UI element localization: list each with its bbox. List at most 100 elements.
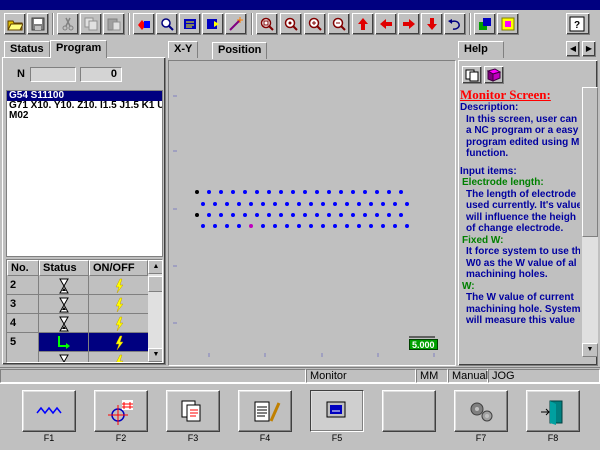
shapes-icon[interactable] — [133, 13, 155, 35]
machining-hole-dot — [339, 213, 343, 217]
machining-hole-dot — [213, 202, 217, 206]
lightning-icon[interactable] — [89, 276, 148, 295]
help-title: Monitor Screen: — [460, 87, 551, 102]
machining-hole-dot — [399, 213, 403, 217]
f2-label: F2 — [115, 433, 127, 443]
list-icon[interactable] — [179, 13, 201, 35]
table-row[interactable]: 4 — [7, 314, 148, 333]
lightning-icon[interactable] — [89, 352, 148, 362]
arrow-right-icon[interactable] — [398, 13, 420, 35]
tab-program[interactable]: Program — [50, 40, 108, 58]
f4-button[interactable] — [238, 390, 292, 432]
status-cell-empty — [0, 369, 306, 383]
n-end-field[interactable]: 0 — [80, 67, 122, 82]
copy-icon[interactable] — [80, 13, 102, 35]
help-text-line: In this screen, user can n — [466, 113, 580, 125]
scroll-thumb[interactable] — [582, 87, 598, 237]
paste-icon[interactable] — [103, 13, 125, 35]
layers-icon[interactable] — [474, 13, 496, 35]
machining-hole-dot — [309, 224, 313, 228]
table-scrollbar[interactable]: ▲ ▼ — [148, 260, 162, 362]
n-start-field[interactable] — [30, 67, 76, 82]
tab-scroll-right-icon[interactable]: ▶ — [582, 41, 596, 57]
run-icon[interactable] — [202, 13, 224, 35]
machining-hole-dot — [339, 190, 343, 194]
machining-hole-dot — [387, 213, 391, 217]
machining-hole-dot — [279, 213, 283, 217]
zoom-minus-icon[interactable] — [328, 13, 350, 35]
machining-hole-dot — [393, 224, 397, 228]
find-icon[interactable] — [156, 13, 178, 35]
help-text-line: of change electrode. — [466, 223, 564, 234]
scroll-up-icon[interactable]: ▲ — [148, 260, 162, 274]
program-line[interactable]: G71 X10. Y10. Z10. I1.5 J1.5 K1 U2 — [7, 101, 162, 111]
hourglass-icon — [39, 352, 89, 362]
undo-icon[interactable] — [444, 13, 466, 35]
help-book-icon[interactable] — [484, 66, 504, 84]
wand-icon[interactable] — [225, 13, 247, 35]
arrow-up-icon[interactable] — [352, 13, 374, 35]
f7-button[interactable] — [454, 390, 508, 432]
hourglass-icon — [39, 295, 89, 314]
arrow-left-icon[interactable] — [375, 13, 397, 35]
machining-hole-dot — [201, 202, 205, 206]
machining-hole-dot — [291, 213, 295, 217]
scroll-down-icon[interactable]: ▼ — [582, 343, 598, 357]
f8-button[interactable] — [526, 390, 580, 432]
machining-hole-dot — [321, 224, 325, 228]
tab-help[interactable]: Help — [458, 41, 504, 58]
machining-hole-dot — [267, 213, 271, 217]
f5-label: F5 — [331, 433, 343, 443]
machining-hole-dot — [333, 224, 337, 228]
palette-icon[interactable] — [497, 13, 519, 35]
machining-hole-dot — [195, 190, 199, 194]
f3-button[interactable] — [166, 390, 220, 432]
machining-hole-dot — [363, 190, 367, 194]
program-editor[interactable]: G54 S11100 G71 X10. Y10. Z10. I1.5 J1.5 … — [6, 90, 163, 257]
tab-status[interactable]: Status — [4, 41, 50, 58]
tab-scroll-left-icon[interactable]: ◀ — [566, 41, 580, 57]
lightning-icon[interactable] — [89, 314, 148, 333]
hole-pattern-plot — [173, 95, 435, 357]
zoom-fit-icon[interactable] — [256, 13, 278, 35]
arrow-down-icon[interactable] — [421, 13, 443, 35]
f1-button[interactable] — [22, 390, 76, 432]
f5-button[interactable] — [310, 390, 364, 432]
help-copy-icon[interactable] — [462, 66, 482, 84]
table-row-selected[interactable]: 5 — [7, 333, 148, 352]
help-scrollbar[interactable]: ▼ — [582, 87, 598, 357]
machining-hole-dot — [297, 202, 301, 206]
machining-hole-dot — [219, 213, 223, 217]
help-icon[interactable]: ? — [566, 13, 590, 35]
zoom-plus-icon[interactable] — [304, 13, 326, 35]
table-row[interactable]: 3 — [7, 295, 148, 314]
tab-position[interactable]: Position — [212, 42, 268, 59]
lightning-icon[interactable] — [89, 333, 148, 352]
svg-text:?: ? — [574, 20, 580, 31]
zoom-in-icon[interactable] — [280, 13, 302, 35]
help-description-heading: Description: — [460, 102, 519, 113]
open-folder-icon[interactable] — [4, 13, 26, 35]
f2-button[interactable] — [94, 390, 148, 432]
n-label: N — [17, 68, 25, 80]
machining-hole-dot — [285, 224, 289, 228]
machining-hole-dot — [267, 190, 271, 194]
save-icon[interactable] — [27, 13, 49, 35]
machining-hole-dot — [381, 202, 385, 206]
machining-hole-dot — [249, 202, 253, 206]
table-row[interactable] — [7, 352, 148, 362]
program-line[interactable]: M02 — [7, 111, 162, 121]
machining-hole-dot — [381, 224, 385, 228]
scroll-thumb[interactable] — [148, 276, 162, 292]
table-row[interactable]: 2 — [7, 276, 148, 295]
help-text-line: The length of electrode — [466, 188, 577, 200]
cut-icon[interactable] — [57, 13, 79, 35]
f6-button[interactable] — [382, 390, 436, 432]
machining-hole-dot — [213, 224, 217, 228]
machining-hole-dot — [345, 224, 349, 228]
lightning-icon[interactable] — [89, 295, 148, 314]
tab-x-y[interactable]: X-Y — [168, 41, 199, 58]
scroll-down-icon[interactable]: ▼ — [148, 348, 162, 362]
machining-hole-dot — [375, 213, 379, 217]
xy-plot-canvas[interactable]: 5.000 — [168, 60, 456, 366]
